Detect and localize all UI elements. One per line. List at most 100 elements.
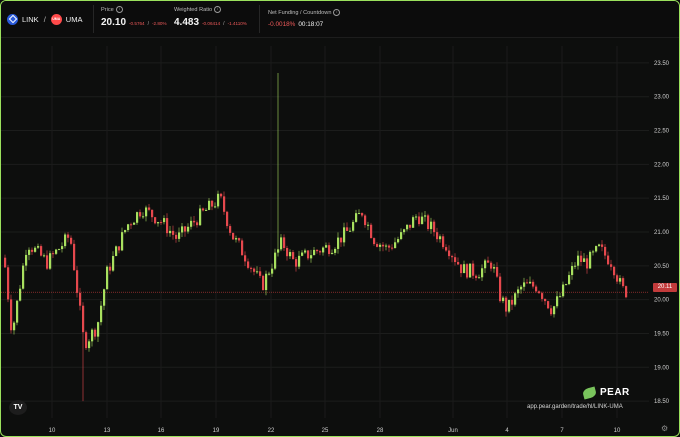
candle <box>109 266 112 271</box>
candle <box>34 247 37 252</box>
candle <box>247 261 250 268</box>
candle <box>250 267 253 269</box>
app-frame: LINK / UMA UMA Price i 20.10 -0.5764 / -2… <box>0 0 680 437</box>
candle <box>442 236 445 248</box>
candle <box>304 250 307 253</box>
candle <box>601 244 604 247</box>
candle <box>55 249 58 254</box>
candle <box>130 224 133 226</box>
weighted-ratio-label: Weighted Ratio <box>174 6 213 13</box>
candle <box>343 227 346 243</box>
y-tick-label: 19.50 <box>654 331 670 337</box>
candle <box>598 244 601 247</box>
candle <box>151 209 154 218</box>
pear-logo: PEAR <box>581 385 630 400</box>
candle <box>139 212 142 217</box>
link-coin-icon <box>7 13 18 25</box>
candle <box>169 230 172 234</box>
candle <box>571 266 574 276</box>
candle <box>463 264 466 274</box>
candle <box>313 249 316 256</box>
candle <box>556 296 559 307</box>
candle <box>589 251 592 269</box>
brand-name: PEAR <box>600 387 630 398</box>
pair-selector[interactable]: LINK / UMA UMA <box>7 11 82 27</box>
candle <box>160 222 163 224</box>
candle <box>460 264 463 274</box>
y-tick-label: 20.50 <box>654 264 670 270</box>
candle <box>106 266 109 290</box>
candle <box>544 298 547 302</box>
candle <box>625 286 628 298</box>
info-icon[interactable]: i <box>115 6 123 13</box>
candle <box>214 206 217 208</box>
candle <box>25 254 28 266</box>
candle <box>76 270 79 293</box>
candle <box>454 257 457 263</box>
candle <box>514 293 517 305</box>
candle <box>427 215 430 230</box>
candle <box>79 292 82 306</box>
last-price-label: 20.11 <box>653 283 677 292</box>
candle <box>415 216 418 218</box>
candle <box>73 243 76 271</box>
price-chart[interactable]: 23.50 23.00 22.50 22.00 21.50 21.00 20.50 20.00… <box>1 38 679 436</box>
y-tick-label: 23.00 <box>654 95 670 101</box>
candle <box>337 237 340 249</box>
candle <box>289 252 292 257</box>
price-label: Price <box>101 6 114 13</box>
candle <box>538 291 541 294</box>
candle <box>592 251 595 253</box>
candle <box>64 234 67 247</box>
info-icon[interactable]: i <box>333 9 341 16</box>
candle <box>595 246 598 252</box>
candle <box>523 282 526 287</box>
tradingview-logo-icon[interactable]: TV <box>9 400 27 415</box>
candle <box>229 226 232 233</box>
candle <box>121 232 124 251</box>
candle <box>493 267 496 269</box>
x-tick-label: 19 <box>213 428 220 434</box>
candle <box>499 276 502 302</box>
candle <box>82 305 85 333</box>
candle <box>193 220 196 223</box>
candle <box>394 242 397 249</box>
candle <box>181 226 184 233</box>
candle <box>238 238 241 241</box>
settings-gear-icon[interactable]: ⚙ <box>661 424 668 433</box>
y-tick-label: 23.50 <box>654 61 670 67</box>
candle <box>409 224 412 228</box>
candle <box>208 200 211 210</box>
candle <box>361 213 364 216</box>
y-tick-label: 22.00 <box>654 162 670 168</box>
candle <box>154 217 157 224</box>
candle <box>352 221 355 231</box>
candle <box>604 246 607 256</box>
candle <box>115 246 118 256</box>
candlestick-chart[interactable]: 23.50 23.00 22.50 22.00 21.50 21.00 20.50 20.00… <box>1 38 679 436</box>
candle <box>127 224 130 231</box>
candle <box>532 281 535 287</box>
candle <box>316 249 319 252</box>
y-tick-label: 20.00 <box>654 298 670 304</box>
candle <box>10 299 13 331</box>
y-tick-label: 21.00 <box>654 230 670 236</box>
candle <box>184 226 187 232</box>
candle <box>328 245 331 254</box>
candle <box>445 247 448 251</box>
candle <box>469 263 472 278</box>
candle <box>49 253 52 269</box>
candle <box>319 251 322 253</box>
candle <box>574 265 577 267</box>
info-icon[interactable]: i <box>214 6 222 13</box>
candle <box>406 224 409 230</box>
price-stat: Price i 20.10 -0.5764 / -2.80% <box>101 6 167 28</box>
candle <box>508 299 511 312</box>
candle <box>217 193 220 207</box>
x-tick-label: Jun <box>448 428 458 434</box>
candle <box>388 245 391 248</box>
candle <box>568 275 571 285</box>
candle <box>520 286 523 290</box>
candle <box>124 230 127 233</box>
candle <box>397 239 400 243</box>
